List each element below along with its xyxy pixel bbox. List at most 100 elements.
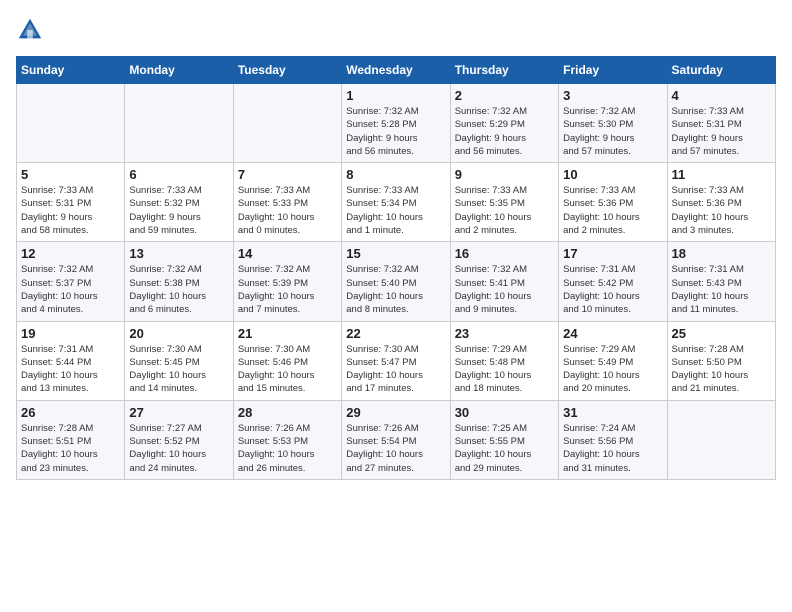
header-day: Thursday <box>450 57 558 84</box>
day-number: 18 <box>672 246 771 261</box>
calendar-table: SundayMondayTuesdayWednesdayThursdayFrid… <box>16 56 776 480</box>
day-info: Sunrise: 7:33 AM Sunset: 5:36 PM Dayligh… <box>672 184 771 237</box>
day-number: 6 <box>129 167 228 182</box>
day-number: 25 <box>672 326 771 341</box>
calendar-cell: 26Sunrise: 7:28 AM Sunset: 5:51 PM Dayli… <box>17 400 125 479</box>
day-number: 24 <box>563 326 662 341</box>
day-number: 16 <box>455 246 554 261</box>
day-number: 30 <box>455 405 554 420</box>
day-number: 10 <box>563 167 662 182</box>
day-number: 4 <box>672 88 771 103</box>
day-number: 13 <box>129 246 228 261</box>
logo-icon <box>16 16 44 44</box>
day-number: 8 <box>346 167 445 182</box>
day-info: Sunrise: 7:33 AM Sunset: 5:32 PM Dayligh… <box>129 184 228 237</box>
calendar-cell: 8 Sunrise: 7:33 AM Sunset: 5:34 PM Daylig… <box>342 163 450 242</box>
day-number: 22 <box>346 326 445 341</box>
calendar-week: 12 Sunrise: 7:32 AM Sunset: 5:37 PM Dayli… <box>17 242 776 321</box>
calendar-cell: 11 Sunrise: 7:33 AM Sunset: 5:36 PM Dayli… <box>667 163 775 242</box>
page-header <box>16 16 776 44</box>
day-number: 17 <box>563 246 662 261</box>
calendar-cell: 9 Sunrise: 7:33 AM Sunset: 5:35 PM Daylig… <box>450 163 558 242</box>
calendar-cell: 31 Sunrise: 7:24 AM Sunset: 5:56 PM Dayli… <box>559 400 667 479</box>
day-info: Sunrise: 7:32 AM Sunset: 5:29 PM Dayligh… <box>455 105 554 158</box>
calendar-cell: 22 Sunrise: 7:30 AM Sunset: 5:47 PM Dayli… <box>342 321 450 400</box>
day-info: Sunrise: 7:32 AM Sunset: 5:41 PM Dayligh… <box>455 263 554 316</box>
day-info: Sunrise: 7:31 AM Sunset: 5:44 PM Dayligh… <box>21 343 120 396</box>
calendar-cell: 6 Sunrise: 7:33 AM Sunset: 5:32 PM Daylig… <box>125 163 233 242</box>
header-day: Saturday <box>667 57 775 84</box>
header-day: Friday <box>559 57 667 84</box>
calendar-cell: 29 Sunrise: 7:26 AM Sunset: 5:54 PM Dayli… <box>342 400 450 479</box>
day-info: Sunrise: 7:28 AM Sunset: 5:50 PM Dayligh… <box>672 343 771 396</box>
day-number: 7 <box>238 167 337 182</box>
day-number: 9 <box>455 167 554 182</box>
day-number: 14 <box>238 246 337 261</box>
day-info: Sunrise: 7:31 AM Sunset: 5:42 PM Dayligh… <box>563 263 662 316</box>
calendar-week: 5Sunrise: 7:33 AM Sunset: 5:31 PM Daylig… <box>17 163 776 242</box>
day-number: 2 <box>455 88 554 103</box>
calendar-cell: 12 Sunrise: 7:32 AM Sunset: 5:37 PM Dayli… <box>17 242 125 321</box>
day-info: Sunrise: 7:32 AM Sunset: 5:38 PM Dayligh… <box>129 263 228 316</box>
day-info: Sunrise: 7:26 AM Sunset: 5:54 PM Dayligh… <box>346 422 445 475</box>
calendar-cell: 18 Sunrise: 7:31 AM Sunset: 5:43 PM Dayli… <box>667 242 775 321</box>
day-info: Sunrise: 7:33 AM Sunset: 5:34 PM Dayligh… <box>346 184 445 237</box>
calendar-cell <box>233 84 341 163</box>
calendar-cell: 1Sunrise: 7:32 AM Sunset: 5:28 PM Daylig… <box>342 84 450 163</box>
calendar-header: SundayMondayTuesdayWednesdayThursdayFrid… <box>17 57 776 84</box>
calendar-cell: 28 Sunrise: 7:26 AM Sunset: 5:53 PM Dayli… <box>233 400 341 479</box>
calendar-cell: 15 Sunrise: 7:32 AM Sunset: 5:40 PM Dayli… <box>342 242 450 321</box>
day-number: 19 <box>21 326 120 341</box>
calendar-cell: 16 Sunrise: 7:32 AM Sunset: 5:41 PM Dayli… <box>450 242 558 321</box>
day-number: 3 <box>563 88 662 103</box>
calendar-cell: 17 Sunrise: 7:31 AM Sunset: 5:42 PM Dayli… <box>559 242 667 321</box>
day-info: Sunrise: 7:32 AM Sunset: 5:40 PM Dayligh… <box>346 263 445 316</box>
day-info: Sunrise: 7:30 AM Sunset: 5:47 PM Dayligh… <box>346 343 445 396</box>
day-number: 31 <box>563 405 662 420</box>
calendar-cell: 27Sunrise: 7:27 AM Sunset: 5:52 PM Dayli… <box>125 400 233 479</box>
day-info: Sunrise: 7:32 AM Sunset: 5:30 PM Dayligh… <box>563 105 662 158</box>
calendar-cell: 7 Sunrise: 7:33 AM Sunset: 5:33 PM Daylig… <box>233 163 341 242</box>
day-number: 11 <box>672 167 771 182</box>
calendar-week: 26Sunrise: 7:28 AM Sunset: 5:51 PM Dayli… <box>17 400 776 479</box>
day-info: Sunrise: 7:24 AM Sunset: 5:56 PM Dayligh… <box>563 422 662 475</box>
calendar-cell: 19 Sunrise: 7:31 AM Sunset: 5:44 PM Dayli… <box>17 321 125 400</box>
day-info: Sunrise: 7:33 AM Sunset: 5:35 PM Dayligh… <box>455 184 554 237</box>
calendar-cell: 30 Sunrise: 7:25 AM Sunset: 5:55 PM Dayli… <box>450 400 558 479</box>
header-row: SundayMondayTuesdayWednesdayThursdayFrid… <box>17 57 776 84</box>
calendar-cell <box>17 84 125 163</box>
day-info: Sunrise: 7:33 AM Sunset: 5:33 PM Dayligh… <box>238 184 337 237</box>
day-info: Sunrise: 7:28 AM Sunset: 5:51 PM Dayligh… <box>21 422 120 475</box>
day-number: 23 <box>455 326 554 341</box>
calendar-cell <box>667 400 775 479</box>
day-number: 27 <box>129 405 228 420</box>
logo <box>16 16 48 44</box>
day-number: 21 <box>238 326 337 341</box>
day-info: Sunrise: 7:30 AM Sunset: 5:45 PM Dayligh… <box>129 343 228 396</box>
calendar-cell: 5Sunrise: 7:33 AM Sunset: 5:31 PM Daylig… <box>17 163 125 242</box>
calendar-cell: 14 Sunrise: 7:32 AM Sunset: 5:39 PM Dayli… <box>233 242 341 321</box>
day-info: Sunrise: 7:29 AM Sunset: 5:49 PM Dayligh… <box>563 343 662 396</box>
day-info: Sunrise: 7:25 AM Sunset: 5:55 PM Dayligh… <box>455 422 554 475</box>
calendar-cell: 4Sunrise: 7:33 AM Sunset: 5:31 PM Daylig… <box>667 84 775 163</box>
day-info: Sunrise: 7:26 AM Sunset: 5:53 PM Dayligh… <box>238 422 337 475</box>
header-day: Sunday <box>17 57 125 84</box>
day-info: Sunrise: 7:31 AM Sunset: 5:43 PM Dayligh… <box>672 263 771 316</box>
calendar-cell: 3 Sunrise: 7:32 AM Sunset: 5:30 PM Daylig… <box>559 84 667 163</box>
day-number: 5 <box>21 167 120 182</box>
day-number: 29 <box>346 405 445 420</box>
header-day: Tuesday <box>233 57 341 84</box>
day-number: 20 <box>129 326 228 341</box>
day-info: Sunrise: 7:32 AM Sunset: 5:39 PM Dayligh… <box>238 263 337 316</box>
day-number: 15 <box>346 246 445 261</box>
calendar-cell: 2 Sunrise: 7:32 AM Sunset: 5:29 PM Daylig… <box>450 84 558 163</box>
day-info: Sunrise: 7:32 AM Sunset: 5:37 PM Dayligh… <box>21 263 120 316</box>
day-number: 12 <box>21 246 120 261</box>
calendar-cell: 13 Sunrise: 7:32 AM Sunset: 5:38 PM Dayli… <box>125 242 233 321</box>
day-info: Sunrise: 7:33 AM Sunset: 5:36 PM Dayligh… <box>563 184 662 237</box>
day-info: Sunrise: 7:32 AM Sunset: 5:28 PM Dayligh… <box>346 105 445 158</box>
calendar-cell: 25 Sunrise: 7:28 AM Sunset: 5:50 PM Dayli… <box>667 321 775 400</box>
day-info: Sunrise: 7:29 AM Sunset: 5:48 PM Dayligh… <box>455 343 554 396</box>
calendar-cell: 10 Sunrise: 7:33 AM Sunset: 5:36 PM Dayli… <box>559 163 667 242</box>
day-number: 28 <box>238 405 337 420</box>
